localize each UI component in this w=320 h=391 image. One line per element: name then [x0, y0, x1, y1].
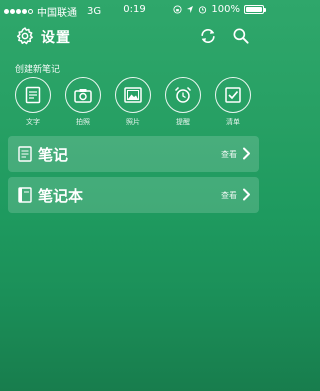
battery-percent: 100% [211, 4, 240, 15]
camera-icon [74, 88, 92, 103]
text-note-icon [25, 86, 41, 104]
header: 设置 [0, 24, 269, 52]
photo-icon [124, 87, 142, 103]
notebooks-row[interactable]: 笔记本 查看 [8, 177, 259, 213]
status-right: 100% [173, 4, 266, 15]
create-note-row: 文字 拍照 照片 提醒 清单 [0, 77, 269, 127]
create-camera-label: 拍照 [76, 118, 90, 126]
notebooks-row-title: 笔记本 [38, 187, 84, 205]
create-reminder-label: 提醒 [176, 118, 190, 126]
create-section-label: 创建新笔记 [15, 65, 61, 75]
create-camera-button[interactable]: 拍照 [63, 77, 103, 127]
page-title: 设置 [41, 30, 71, 46]
search-icon[interactable] [231, 26, 251, 46]
create-checklist-label: 清单 [226, 118, 240, 126]
note-icon [18, 146, 32, 162]
create-photo-label: 照片 [126, 118, 140, 126]
gear-icon[interactable] [15, 26, 35, 46]
notes-view-label: 查看 [221, 150, 237, 159]
location-icon [187, 6, 194, 13]
chevron-right-icon [243, 188, 250, 201]
sync-icon[interactable] [198, 26, 218, 46]
alarm-clock-icon [174, 86, 192, 103]
create-text-label: 文字 [26, 118, 40, 126]
chevron-right-icon [243, 147, 250, 160]
notes-row[interactable]: 笔记 查看 [8, 136, 259, 172]
rotation-lock-icon [173, 5, 182, 14]
create-checklist-button[interactable]: 清单 [213, 77, 253, 127]
status-bar: 中国联通 3G 0:19 100% [0, 0, 269, 20]
alarm-icon [199, 6, 207, 14]
create-text-button[interactable]: 文字 [13, 77, 53, 127]
notebooks-view-label: 查看 [221, 191, 237, 200]
create-photo-button[interactable]: 照片 [113, 77, 153, 127]
notes-row-title: 笔记 [38, 146, 69, 164]
battery-icon [244, 5, 266, 14]
create-reminder-button[interactable]: 提醒 [163, 77, 203, 127]
checklist-icon [225, 87, 241, 103]
notebook-icon [18, 187, 32, 203]
